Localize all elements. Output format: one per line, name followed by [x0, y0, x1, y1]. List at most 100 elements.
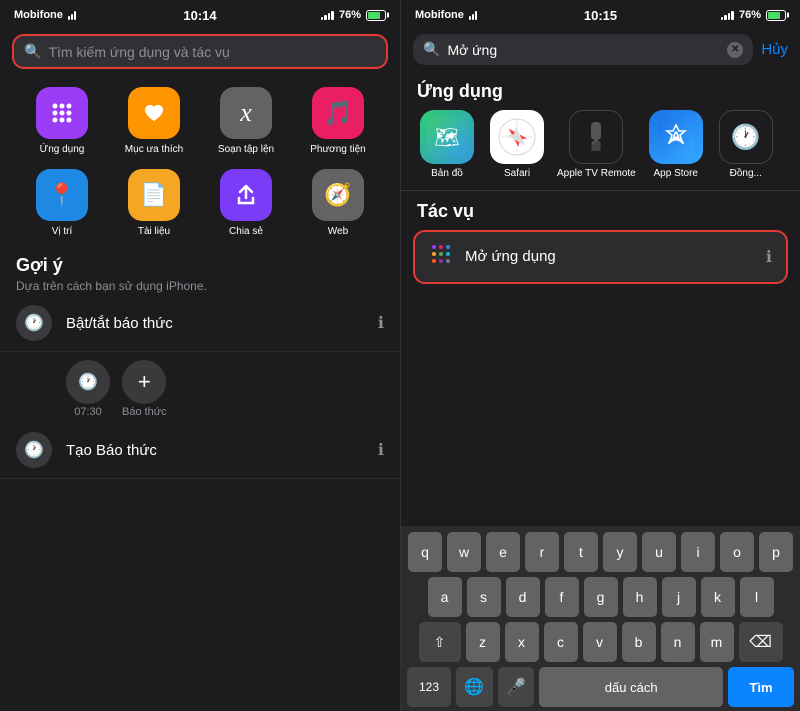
kb-key-d[interactable]: d	[506, 577, 540, 617]
kb-key-x[interactable]: x	[505, 622, 539, 662]
status-bar-2: Mobifone 10:15 76%	[401, 0, 800, 28]
kb-key-f[interactable]: f	[545, 577, 579, 617]
kb-key-q[interactable]: q	[408, 532, 442, 572]
kb-key-m[interactable]: m	[700, 622, 734, 662]
kb-bottom-row: 123 🌐 🎤 dấu cách Tìm	[405, 667, 796, 707]
kb-key-u[interactable]: u	[642, 532, 676, 572]
kb-key-i[interactable]: i	[681, 532, 715, 572]
kb-key-j[interactable]: j	[662, 577, 696, 617]
signal-icon-1	[321, 10, 334, 20]
kb-return-key[interactable]: Tìm	[728, 667, 794, 707]
app-item-safari[interactable]: Safari	[487, 110, 547, 180]
app-item-apple-tv[interactable]: ⬛ Apple TV Remote	[557, 110, 636, 180]
search-bar-active[interactable]: 🔍 Mở ứng ✕	[413, 34, 753, 65]
kb-key-r[interactable]: r	[525, 532, 559, 572]
tac-vu-item[interactable]: Mở ứng dụng ℹ	[413, 230, 788, 284]
kb-key-w[interactable]: w	[447, 532, 481, 572]
icon-circle-vi-tri: 📍	[36, 169, 88, 221]
search-icon-2: 🔍	[423, 41, 440, 58]
list-item-bat-tat[interactable]: 🕐 Bật/tắt báo thức ℹ	[0, 295, 400, 352]
svg-text:🗺: 🗺	[434, 127, 459, 149]
kb-key-g[interactable]: g	[584, 577, 618, 617]
app-icon-safari	[490, 110, 544, 164]
icon-circle-web: 🧭	[312, 169, 364, 221]
clear-search-button[interactable]: ✕	[727, 42, 743, 58]
icon-label-tai-lieu: Tài liệu	[138, 226, 170, 237]
search-bar-container-1[interactable]: 🔍 Tìm kiếm ứng dụng và tác vụ	[0, 28, 400, 77]
app-icon-apple-tv: ⬛	[569, 110, 623, 164]
ung-dung-section-title: Ứng dụng	[401, 73, 800, 106]
icon-label-phuong-tien: Phương tiện	[310, 144, 366, 155]
list-item-tao-bao-thuc[interactable]: 🕐 Tạo Báo thức ℹ	[0, 422, 400, 479]
icon-label-ung-dung: Ứng dụng	[40, 144, 85, 155]
search-placeholder-1: Tìm kiếm ứng dụng và tác vụ	[48, 44, 229, 60]
icon-ung-dung[interactable]: Ứng dụng	[26, 87, 98, 155]
alarm-add-label: Báo thức	[122, 406, 167, 418]
alarm-clock-icon: 🕐	[66, 360, 110, 404]
battery-icon-2	[766, 10, 786, 21]
svg-text:A: A	[671, 128, 681, 144]
kb-key-z[interactable]: z	[466, 622, 500, 662]
kb-key-p[interactable]: p	[759, 532, 793, 572]
goi-y-title: Gợi ý	[16, 255, 384, 276]
app-item-dong-ho[interactable]: 🕐 Đồng...	[716, 110, 776, 180]
icon-tai-lieu[interactable]: 📄 Tài liệu	[118, 169, 190, 237]
kb-shift-key[interactable]: ⇧	[419, 622, 461, 662]
app-item-ban-do[interactable]: 🗺 Bản đồ	[417, 110, 477, 180]
kb-key-k[interactable]: k	[701, 577, 735, 617]
kb-key-n[interactable]: n	[661, 622, 695, 662]
status-time-2: 10:15	[584, 8, 617, 23]
app-item-app-store[interactable]: A App Store	[646, 110, 706, 180]
status-bar-1: Mobifone 10:14 76%	[0, 0, 400, 28]
icon-phuong-tien[interactable]: 🎵 Phương tiện	[302, 87, 374, 155]
kb-123-key[interactable]: 123	[407, 667, 451, 707]
battery-icon-1	[366, 10, 386, 21]
app-label-app-store: App Store	[654, 168, 698, 180]
kb-key-y[interactable]: y	[603, 532, 637, 572]
icon-vi-tri[interactable]: 📍 Vị trí	[26, 169, 98, 237]
kb-key-h[interactable]: h	[623, 577, 657, 617]
kb-key-v[interactable]: v	[583, 622, 617, 662]
cancel-search-button[interactable]: Hủy	[761, 41, 788, 58]
app-icon-ban-do: 🗺	[420, 110, 474, 164]
app-label-safari: Safari	[504, 168, 530, 180]
screen-1: Mobifone 10:14 76% 🔍 Tìm kiếm ứng dụng v…	[0, 0, 400, 711]
search-typed-text: Mở ứng	[447, 42, 497, 58]
kb-space-key[interactable]: dấu cách	[539, 667, 723, 707]
list-text-tao-bao-thuc: Tạo Báo thức	[66, 442, 364, 459]
kb-key-c[interactable]: c	[544, 622, 578, 662]
wifi-icon-2	[469, 10, 477, 20]
search-bar-1[interactable]: 🔍 Tìm kiếm ứng dụng và tác vụ	[12, 34, 388, 69]
kb-key-e[interactable]: e	[486, 532, 520, 572]
kb-row-1: q w e r t y u i o p	[405, 532, 796, 572]
icon-chia-se[interactable]: Chia sẻ	[210, 169, 282, 237]
wifi-icon-1	[68, 10, 76, 20]
svg-text:⬛: ⬛	[591, 141, 601, 151]
icon-web[interactable]: 🧭 Web	[302, 169, 374, 237]
icons-row-2: 📍 Vị trí 📄 Tài liệu Chia sẻ 🧭 Web	[0, 159, 400, 241]
icon-muc-ua-thich[interactable]: Mục ưa thích	[118, 87, 190, 155]
kb-key-b[interactable]: b	[622, 622, 656, 662]
kb-key-a[interactable]: a	[428, 577, 462, 617]
kb-key-t[interactable]: t	[564, 532, 598, 572]
keyboard[interactable]: q w e r t y u i o p a s d f g h j k l ⇧ …	[401, 526, 800, 711]
icon-circle-soan-tap-len: x	[220, 87, 272, 139]
icon-circle-ung-dung	[36, 87, 88, 139]
kb-key-o[interactable]: o	[720, 532, 754, 572]
kb-key-s[interactable]: s	[467, 577, 501, 617]
icon-label-chia-se: Chia sẻ	[229, 226, 263, 237]
kb-mic-key[interactable]: 🎤	[498, 667, 535, 707]
signal-icon-2	[721, 10, 734, 20]
kb-key-l[interactable]: l	[740, 577, 774, 617]
kb-row-3: ⇧ z x c v b n m ⌫	[405, 622, 796, 662]
alarm-item-add[interactable]: + Báo thức	[122, 360, 167, 418]
goi-y-header: Gợi ý Dựa trên cách bạn sử dụng iPhone.	[0, 241, 400, 295]
list-info-tao-bao-thuc: ℹ	[378, 440, 384, 460]
list-icon-tao-bao-thuc: 🕐	[16, 432, 52, 468]
carrier-2: Mobifone	[415, 9, 464, 21]
icon-soan-tap-len[interactable]: x Soạn tập lện	[210, 87, 282, 155]
carrier-1: Mobifone	[14, 9, 63, 21]
kb-delete-key[interactable]: ⌫	[739, 622, 783, 662]
alarm-row: 🕐 07:30 + Báo thức	[0, 352, 400, 422]
kb-globe-key[interactable]: 🌐	[456, 667, 493, 707]
